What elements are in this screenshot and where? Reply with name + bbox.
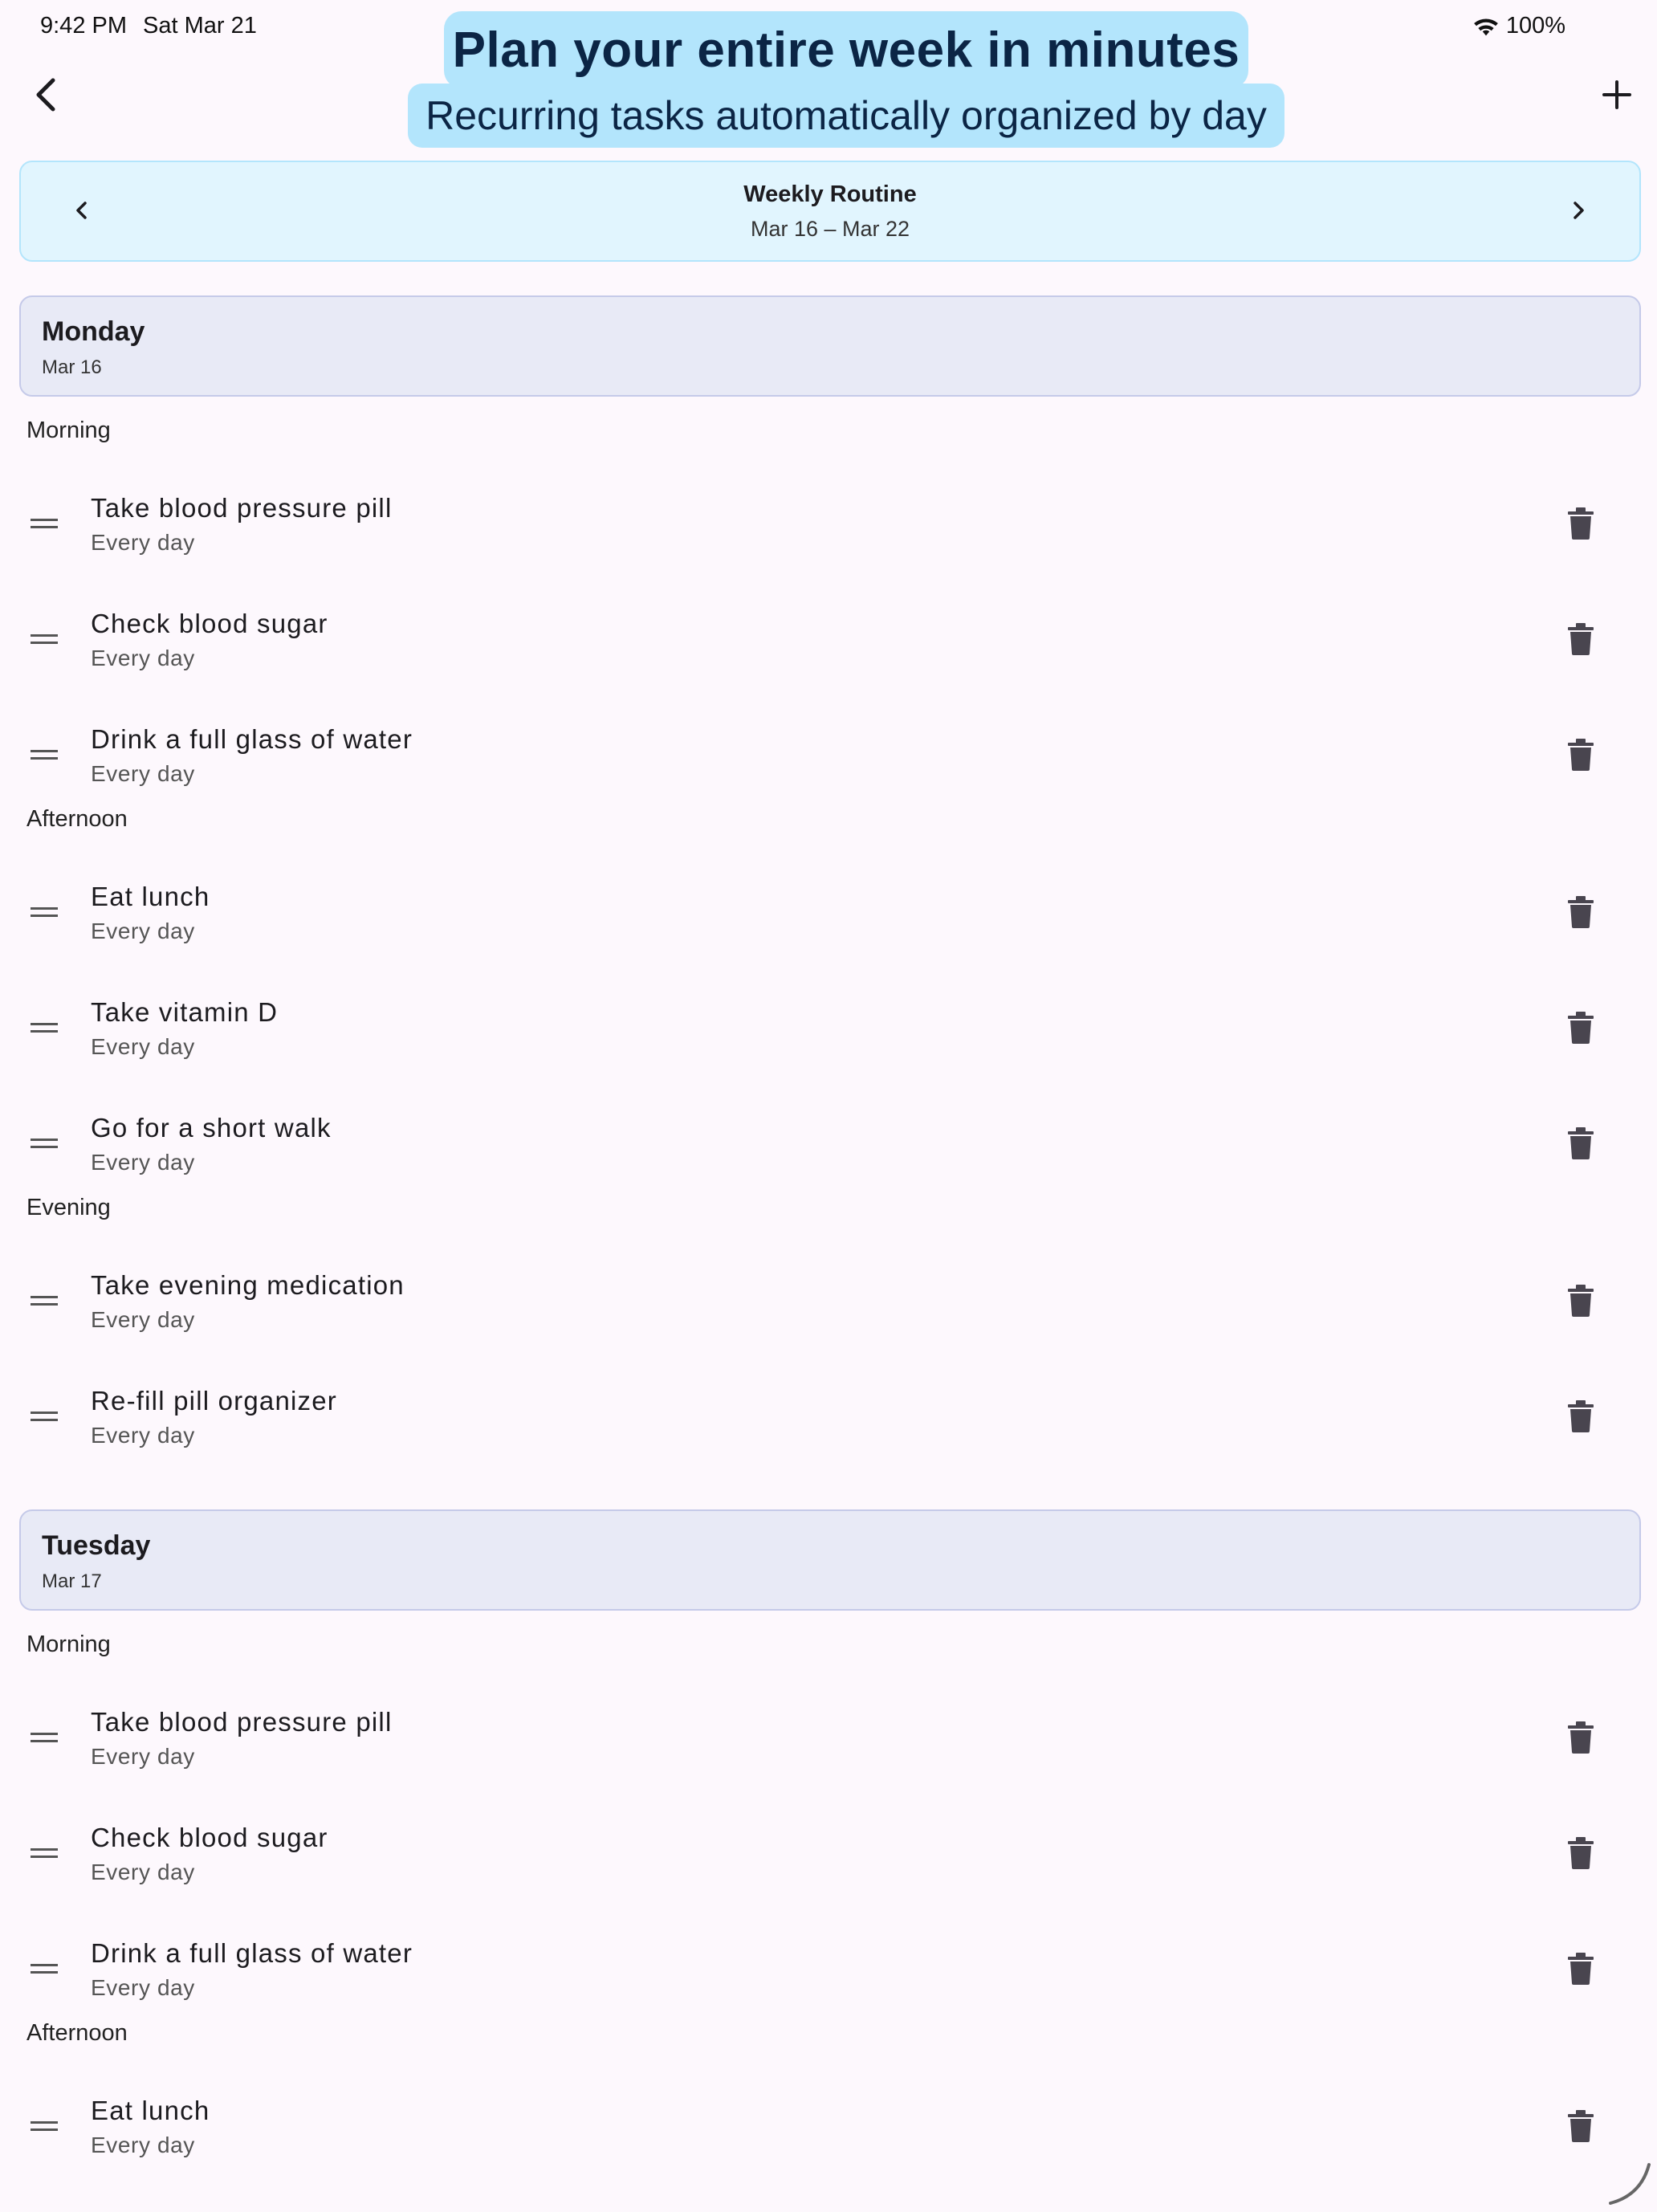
promo-subtitle: Recurring tasks automatically organized … — [408, 84, 1284, 148]
task-name: Take blood pressure pill — [91, 1707, 393, 1737]
trash-icon[interactable] — [1567, 1721, 1594, 1754]
task-row[interactable]: Check blood sugar Every day — [0, 1802, 1657, 1917]
trash-icon[interactable] — [1567, 739, 1594, 771]
trash-icon[interactable] — [1567, 1953, 1594, 1985]
drag-handle-icon[interactable] — [31, 2118, 59, 2134]
day-date: Mar 17 — [42, 1570, 102, 1592]
task-name: Eat lunch — [91, 882, 210, 911]
section-label-afternoon: Afternoon — [26, 2020, 128, 2046]
back-button[interactable] — [29, 75, 64, 114]
task-frequency: Every day — [91, 2133, 195, 2157]
task-name: Eat lunch — [91, 2096, 210, 2125]
drag-handle-icon[interactable] — [31, 1293, 59, 1309]
task-frequency: Every day — [91, 530, 195, 555]
day-name: Monday — [42, 316, 145, 347]
add-button[interactable] — [1599, 77, 1635, 112]
task-row[interactable]: Re-fill pill organizer Every day — [0, 1365, 1657, 1481]
task-name: Take blood pressure pill — [91, 493, 393, 523]
drag-handle-icon[interactable] — [31, 515, 59, 532]
trash-icon[interactable] — [1567, 896, 1594, 928]
section-label-afternoon: Afternoon — [26, 806, 128, 832]
task-row[interactable]: Take vitamin D Every day — [0, 976, 1657, 1092]
task-row[interactable]: Take blood pressure pill Every day — [0, 1686, 1657, 1802]
task-frequency: Every day — [91, 919, 195, 943]
battery-level: 100% — [1505, 13, 1565, 39]
task-row[interactable]: Eat lunch Every day — [0, 861, 1657, 976]
drag-handle-icon[interactable] — [31, 1020, 59, 1036]
task-frequency: Every day — [91, 1975, 195, 2000]
day-date: Mar 16 — [42, 356, 102, 378]
section-label-evening: Evening — [26, 1195, 111, 1220]
task-name: Check blood sugar — [91, 609, 328, 638]
trash-icon[interactable] — [1567, 1285, 1594, 1317]
day-name: Tuesday — [42, 1530, 151, 1561]
trash-icon[interactable] — [1567, 623, 1594, 655]
drag-handle-icon[interactable] — [31, 1845, 59, 1861]
week-range: Mar 16 – Mar 22 — [750, 217, 910, 241]
day-header-tuesday: Tuesday Mar 17 — [19, 1509, 1641, 1611]
task-frequency: Every day — [91, 761, 195, 786]
section-label-morning: Morning — [26, 418, 111, 443]
task-row[interactable]: Drink a full glass of water Every day — [0, 703, 1657, 819]
drag-handle-icon[interactable] — [31, 904, 59, 920]
task-row[interactable]: Take evening medication Every day — [0, 1249, 1657, 1365]
drag-handle-icon[interactable] — [31, 1135, 59, 1151]
drag-handle-icon[interactable] — [31, 631, 59, 647]
chevron-left-icon — [36, 78, 55, 112]
task-name: Re-fill pill organizer — [91, 1386, 337, 1416]
trash-icon[interactable] — [1567, 1400, 1594, 1432]
plus-icon — [1602, 80, 1631, 109]
status-date: Sat Mar 21 — [143, 13, 257, 39]
chevron-right-icon — [1574, 202, 1584, 219]
task-frequency: Every day — [91, 1860, 195, 1884]
drag-handle-icon[interactable] — [31, 1729, 59, 1746]
task-row[interactable]: Go for a short walk Every day — [0, 1092, 1657, 1208]
status-time: 9:42 PM — [40, 13, 127, 39]
wifi-icon — [1473, 18, 1498, 35]
task-frequency: Every day — [91, 1307, 195, 1332]
drag-handle-icon[interactable] — [31, 1961, 59, 1977]
task-frequency: Every day — [91, 1744, 195, 1769]
task-name: Go for a short walk — [91, 1113, 332, 1143]
task-row[interactable]: Eat lunch Every day — [0, 2075, 1657, 2190]
resize-handle-icon[interactable] — [1606, 2160, 1654, 2208]
task-name: Drink a full glass of water — [91, 1938, 413, 1968]
trash-icon[interactable] — [1567, 2110, 1594, 2142]
task-row[interactable]: Check blood sugar Every day — [0, 588, 1657, 703]
task-frequency: Every day — [91, 646, 195, 670]
trash-icon[interactable] — [1567, 1837, 1594, 1869]
task-name: Take vitamin D — [91, 997, 279, 1027]
task-row[interactable]: Drink a full glass of water Every day — [0, 1917, 1657, 2033]
section-label-morning: Morning — [26, 1632, 111, 1657]
task-name: Take evening medication — [91, 1270, 405, 1300]
task-frequency: Every day — [91, 1034, 195, 1059]
trash-icon[interactable] — [1567, 507, 1594, 540]
trash-icon[interactable] — [1567, 1127, 1594, 1159]
task-frequency: Every day — [91, 1150, 195, 1175]
task-frequency: Every day — [91, 1423, 195, 1448]
drag-handle-icon[interactable] — [31, 747, 59, 763]
day-header-monday: Monday Mar 16 — [19, 295, 1641, 397]
task-name: Drink a full glass of water — [91, 724, 413, 754]
task-row[interactable]: Take blood pressure pill Every day — [0, 472, 1657, 588]
task-name: Check blood sugar — [91, 1823, 328, 1852]
drag-handle-icon[interactable] — [31, 1408, 59, 1424]
next-week-button[interactable] — [1562, 194, 1594, 226]
promo-title: Plan your entire week in minutes — [444, 11, 1248, 88]
week-selector: Weekly Routine Mar 16 – Mar 22 — [19, 161, 1641, 262]
status-right: 100% — [1472, 13, 1565, 39]
week-title: Weekly Routine — [743, 181, 917, 207]
trash-icon[interactable] — [1567, 1012, 1594, 1044]
